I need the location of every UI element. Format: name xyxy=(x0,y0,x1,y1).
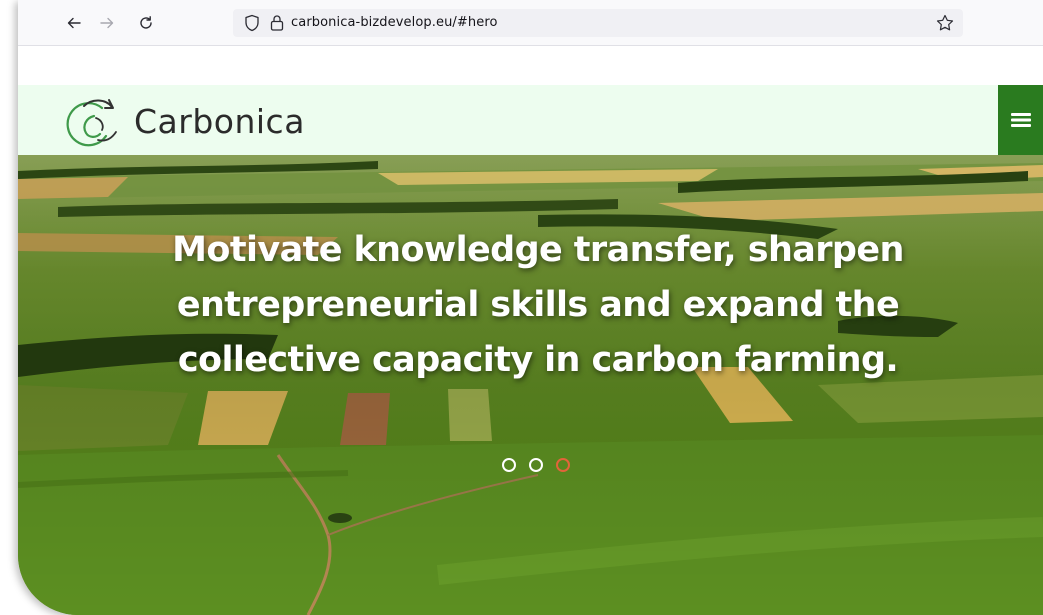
slider-pagination xyxy=(502,458,570,472)
carbonica-logo-icon[interactable] xyxy=(62,96,120,150)
back-button[interactable] xyxy=(63,12,85,34)
menu-button[interactable] xyxy=(998,85,1043,155)
arrow-left-icon xyxy=(67,17,81,29)
url-text[interactable]: carbonica-bizdevelop.eu/#hero xyxy=(291,15,498,30)
hero-headline-line: Motivate knowledge transfer, sharpen xyxy=(172,230,904,270)
browser-toolbar: carbonica-bizdevelop.eu/#hero xyxy=(18,0,1043,46)
browser-window: carbonica-bizdevelop.eu/#hero Carbonica xyxy=(18,0,1043,615)
hero-headline: Motivate knowledge transfer, sharpen ent… xyxy=(168,223,908,388)
hero-headline-line: entrepreneurial skills and expand the xyxy=(176,285,900,325)
brand-name[interactable]: Carbonica xyxy=(134,102,305,141)
lock-icon[interactable] xyxy=(269,13,285,33)
forward-button[interactable] xyxy=(96,12,118,34)
address-bar[interactable]: carbonica-bizdevelop.eu/#hero xyxy=(233,9,963,37)
arrow-right-icon xyxy=(100,17,114,29)
hero-slider: Motivate knowledge transfer, sharpen ent… xyxy=(18,155,1043,615)
reload-button[interactable] xyxy=(135,12,157,34)
web-page: Carbonica Motivate knowledge transfer, s… xyxy=(18,47,1043,615)
slide-dot-3[interactable] xyxy=(556,458,570,472)
slide-dot-1[interactable] xyxy=(502,458,516,472)
site-header: Carbonica xyxy=(18,85,1043,155)
shield-icon[interactable] xyxy=(243,13,261,33)
hero-headline-line: collective capacity in carbon farming. xyxy=(177,340,899,380)
reload-icon xyxy=(140,16,152,29)
slide-dot-2[interactable] xyxy=(529,458,543,472)
star-icon[interactable] xyxy=(935,13,955,33)
hamburger-menu-icon xyxy=(1010,113,1031,127)
